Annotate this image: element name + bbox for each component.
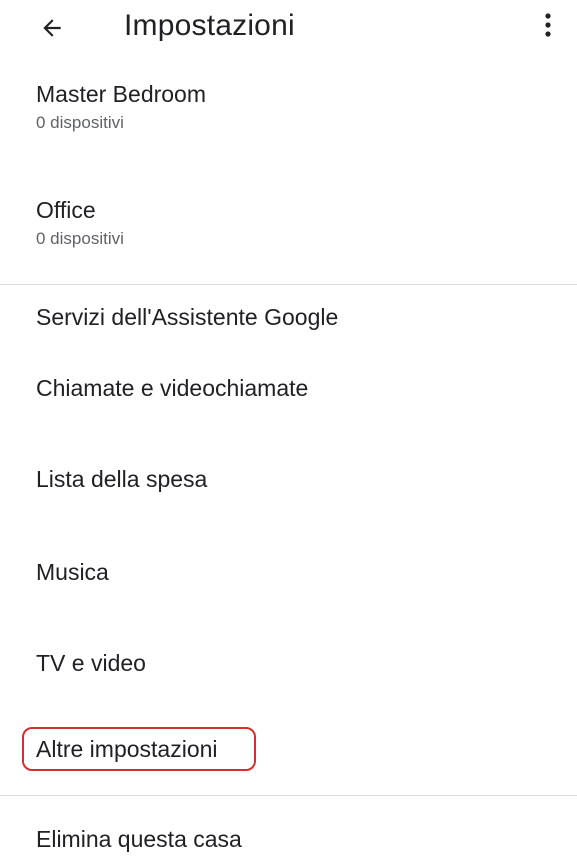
room-device-count: 0 dispositivi — [36, 113, 124, 132]
menu-item-shopping-list[interactable]: Lista della spesa — [36, 464, 207, 494]
menu-item-other-settings[interactable]: Altre impostazioni — [36, 734, 218, 764]
section-header-assistant-services: Servizi dell'Assistente Google — [36, 304, 339, 330]
arrow-left-icon — [43, 19, 61, 37]
room-item-office[interactable]: Office 0 dispositivi — [36, 196, 124, 250]
page-title: Impostazioni — [124, 9, 295, 42]
more-options-button[interactable] — [536, 8, 560, 44]
back-button[interactable] — [34, 10, 70, 46]
more-vert-icon — [545, 13, 551, 37]
room-device-count: 0 dispositivi — [36, 229, 124, 248]
room-name: Office — [36, 197, 96, 223]
menu-item-tv-video[interactable]: TV e video — [36, 648, 146, 678]
divider — [0, 284, 577, 285]
room-item-master-bedroom[interactable]: Master Bedroom 0 dispositivi — [36, 80, 206, 134]
menu-item-calls[interactable]: Chiamate e videochiamate — [36, 373, 308, 403]
divider — [0, 795, 577, 796]
app-bar: Impostazioni — [0, 0, 577, 56]
menu-item-music[interactable]: Musica — [36, 557, 109, 587]
room-name: Master Bedroom — [36, 81, 207, 107]
delete-home-button[interactable]: Elimina questa casa — [36, 824, 242, 854]
